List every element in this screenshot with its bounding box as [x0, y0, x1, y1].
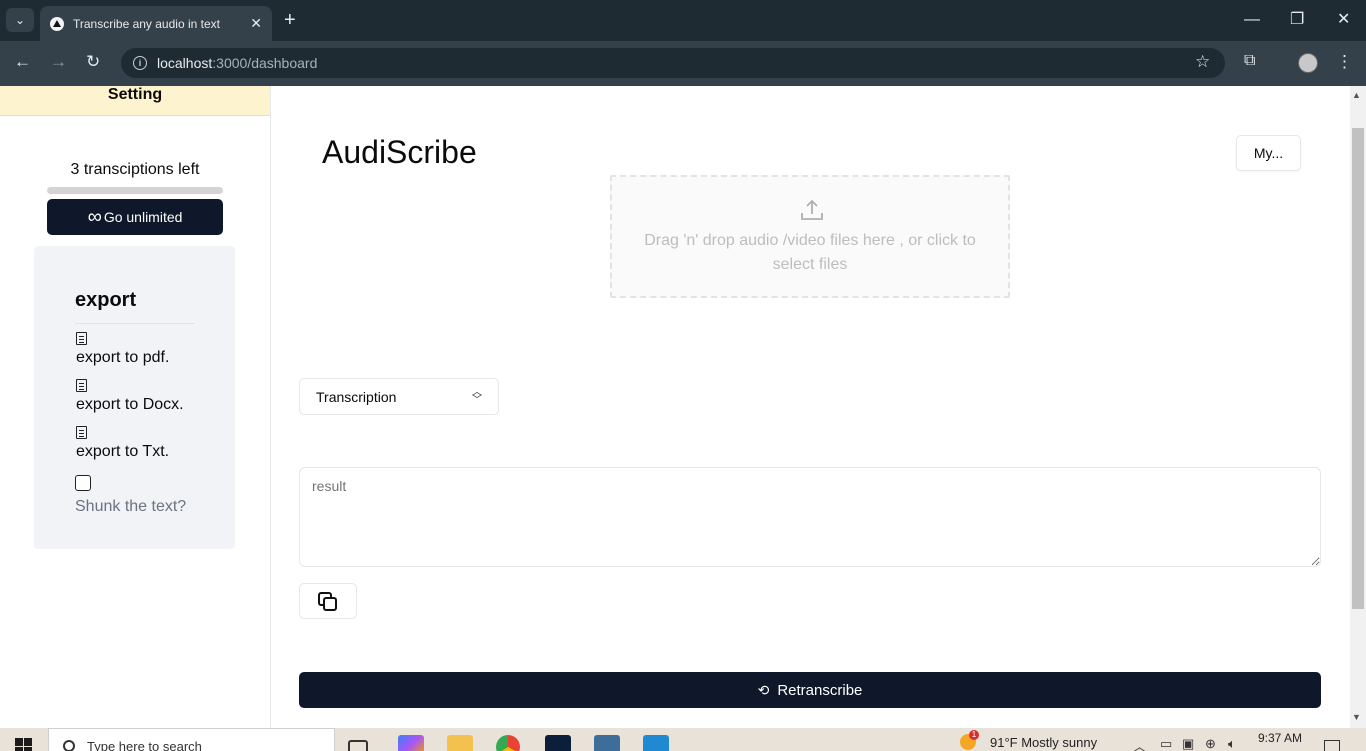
shunk-text-checkbox[interactable]: [75, 475, 91, 491]
page-title: AudiScribe: [322, 134, 477, 170]
chevron-up-down-icon: ︿ ﹀: [472, 386, 482, 406]
export-title: export: [75, 289, 137, 311]
main-content: AudiScribe My... Drag 'n' drop audio /vi…: [271, 86, 1350, 728]
dropzone-text: Drag 'n' drop audio /video files here , …: [644, 232, 976, 273]
site-favicon-icon: [50, 16, 64, 31]
file-explorer-icon[interactable]: [447, 735, 473, 751]
copilot-icon[interactable]: [398, 735, 424, 751]
chrome-icon[interactable]: [496, 735, 520, 751]
export-docx-item[interactable]: export to Docx.: [76, 379, 184, 414]
url-path: :3000/dashboard: [212, 55, 318, 71]
scroll-down-arrow-icon[interactable]: ▼: [1352, 712, 1361, 722]
retranscribe-label: Retranscribe: [777, 681, 863, 699]
tab-search-button[interactable]: ⌄: [6, 8, 34, 32]
file-dropzone[interactable]: Drag 'n' drop audio /video files here , …: [610, 175, 1010, 298]
network-globe-icon[interactable]: ⊕: [1205, 736, 1216, 751]
taskbar-clock[interactable]: 9:37 AM: [1258, 731, 1302, 745]
export-panel: export export to pdf. export to Docx. ex…: [34, 246, 235, 549]
tab-title: Transcribe any audio in text: [73, 16, 220, 31]
retranscribe-button[interactable]: ⟲ Retranscribe: [299, 672, 1321, 708]
scrollbar-thumb[interactable]: [1352, 128, 1364, 609]
weather-text: 91°F Mostly sunny: [990, 734, 1098, 750]
task-view-icon[interactable]: [348, 740, 368, 751]
browser-tab[interactable]: Transcribe any audio in text ✕: [40, 6, 272, 41]
os-taskbar: Type here to search 1 91°F Mostly sunny …: [0, 728, 1366, 751]
vscode-icon[interactable]: [643, 735, 669, 751]
close-window-button[interactable]: ✕: [1337, 10, 1350, 30]
upload-icon: [801, 199, 823, 220]
scroll-up-arrow-icon[interactable]: ▲: [1352, 90, 1361, 100]
document-icon: [76, 426, 87, 439]
weather-widget[interactable]: 1 91°F Mostly sunny: [960, 730, 1098, 750]
taskbar-search-placeholder: Type here to search: [87, 739, 202, 751]
restore-button[interactable]: ❐: [1290, 10, 1304, 30]
result-textarea[interactable]: [299, 467, 1321, 567]
device-icon[interactable]: ▣: [1182, 736, 1194, 751]
go-unlimited-label: Go unlimited: [103, 209, 183, 225]
shunk-text-label: Shunk the text?: [75, 498, 187, 515]
copy-button[interactable]: [299, 583, 357, 619]
document-icon: [76, 379, 87, 392]
setting-bar[interactable]: Setting: [0, 86, 270, 116]
back-arrow-icon[interactable]: ←: [14, 52, 31, 72]
bookmark-star-icon[interactable]: ☆: [1195, 52, 1210, 72]
search-icon: [63, 740, 75, 751]
infinity-icon: ∞: [87, 206, 102, 228]
forward-arrow-icon[interactable]: →: [50, 52, 67, 72]
reload-icon[interactable]: ↻: [86, 52, 100, 72]
weather-badge: 1: [969, 730, 979, 740]
export-pdf-link[interactable]: export to pdf.: [76, 349, 169, 367]
volume-icon[interactable]: 🔈︎: [1228, 736, 1236, 751]
export-txt-link[interactable]: export to Txt.: [76, 443, 169, 461]
page-viewport: Setting 3 transciptions left ∞ Go unlimi…: [0, 86, 1350, 728]
export-docx-link[interactable]: export to Docx.: [76, 396, 184, 414]
document-icon: [76, 332, 87, 345]
minimize-button[interactable]: —: [1244, 10, 1260, 30]
extensions-puzzle-icon[interactable]: ⧉: [1244, 52, 1255, 70]
tray-chevron-icon[interactable]: ︿: [1133, 736, 1146, 751]
sidebar: Setting 3 transciptions left ∞ Go unlimi…: [0, 86, 271, 728]
photoshop-icon[interactable]: [545, 735, 571, 751]
browser-menu-icon[interactable]: ⋮: [1336, 52, 1353, 72]
address-bar[interactable]: i localhost:3000/dashboard: [121, 48, 1225, 78]
postgres-icon[interactable]: [594, 735, 620, 751]
export-txt-item[interactable]: export to Txt.: [76, 426, 169, 461]
mode-select-value: Transcription: [316, 388, 397, 405]
export-pdf-item[interactable]: export to pdf.: [76, 332, 169, 367]
taskbar-search-box[interactable]: Type here to search: [48, 728, 335, 751]
battery-icon[interactable]: ▭: [1160, 736, 1172, 751]
url-host: localhost: [157, 55, 213, 71]
usage-progress-bar: [47, 187, 223, 194]
notification-icon[interactable]: [1324, 740, 1340, 751]
windows-start-icon[interactable]: [15, 738, 33, 751]
account-button[interactable]: My...: [1236, 135, 1301, 171]
go-unlimited-button[interactable]: ∞ Go unlimited: [47, 199, 223, 235]
transcriptions-left-text: 3 transciptions left: [70, 161, 200, 178]
repeat-icon: ⟲: [757, 681, 770, 698]
close-tab-icon[interactable]: ✕: [250, 15, 262, 32]
site-info-icon[interactable]: i: [133, 56, 147, 70]
mode-select[interactable]: Transcription ︿ ﹀: [299, 378, 499, 415]
sun-icon: 1: [960, 730, 979, 750]
export-divider: [75, 323, 195, 324]
profile-avatar[interactable]: [1298, 53, 1318, 73]
new-tab-button[interactable]: +: [284, 10, 296, 30]
